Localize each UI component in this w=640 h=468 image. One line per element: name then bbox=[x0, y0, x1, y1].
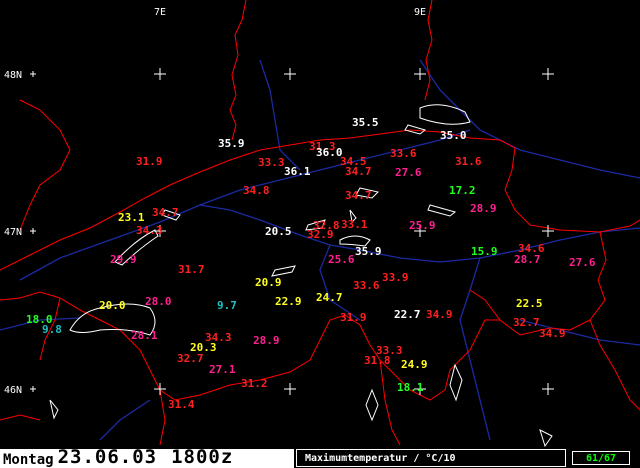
station-value: 20.5 bbox=[265, 225, 292, 238]
date: 23.06.03 bbox=[57, 446, 158, 468]
station-value: 31.6 bbox=[455, 155, 482, 168]
station-value: 34.9 bbox=[426, 308, 453, 321]
station-value: 36.1 bbox=[284, 165, 311, 178]
station-value: 22.5 bbox=[516, 297, 543, 310]
station-value: 33.3 bbox=[258, 156, 285, 169]
station-value: 34.7 bbox=[345, 165, 372, 178]
station-value: 29.9 bbox=[110, 253, 137, 266]
station-value: 9.7 bbox=[217, 299, 237, 312]
station-value: 25.9 bbox=[409, 219, 436, 232]
station-value: 25.6 bbox=[328, 253, 355, 266]
time: 1800z bbox=[171, 446, 234, 468]
station-value: 20.0 bbox=[99, 299, 126, 312]
station-value: 31.7 bbox=[178, 263, 205, 276]
station-value: 35.5 bbox=[352, 116, 379, 129]
station-value: 34.3 bbox=[136, 224, 163, 237]
lat-label-47n: 47N bbox=[4, 227, 22, 238]
station-value: 9.8 bbox=[42, 323, 62, 336]
parameter-label: Maximumtemperatur / °C/10 bbox=[296, 449, 566, 467]
weekday: Montag bbox=[3, 452, 54, 468]
station-value: 28.1 bbox=[131, 329, 158, 342]
station-value: 31.4 bbox=[168, 398, 195, 411]
station-value: 34.7 bbox=[345, 189, 372, 202]
station-value: 18.1 bbox=[397, 381, 424, 394]
station-value: 15.9 bbox=[471, 245, 498, 258]
lat-label-48n: 48N bbox=[4, 70, 22, 81]
station-value: 34.9 bbox=[539, 327, 566, 340]
station-value: 32.7 bbox=[177, 352, 204, 365]
station-value: 28.9 bbox=[253, 334, 280, 347]
lat-label-46n: 46N bbox=[4, 385, 22, 396]
station-value: 27.6 bbox=[569, 256, 596, 269]
station-value: 35.9 bbox=[355, 245, 382, 258]
station-value: 33.9 bbox=[382, 271, 409, 284]
station-value: 34.8 bbox=[243, 184, 270, 197]
station-value: 35.0 bbox=[440, 129, 467, 142]
lon-label-9e: 9E bbox=[414, 7, 426, 18]
station-value: 33.1 bbox=[341, 218, 368, 231]
map-canvas: 7E 9E 48N 47N 46N 35.535.035.9 31.336.0 33… bbox=[0, 0, 640, 448]
station-value: 32.9 bbox=[307, 228, 334, 241]
station-value: 35.9 bbox=[218, 137, 245, 150]
station-value: 31.2 bbox=[241, 377, 268, 390]
station-value: 28.9 bbox=[470, 202, 497, 215]
station-value: 20.9 bbox=[255, 276, 282, 289]
station-value: 22.9 bbox=[275, 295, 302, 308]
station-value: 31.9 bbox=[340, 311, 367, 324]
station-value: 24.7 bbox=[316, 291, 343, 304]
station-value: 32.7 bbox=[513, 316, 540, 329]
page-indicator: 61/67 bbox=[572, 451, 630, 465]
weather-map: 7E 9E 48N 47N 46N 35.5 35.0 35.9 31.3 36.0 33… bbox=[0, 0, 640, 468]
station-labels: 35.535.035.9 31.336.0 33.631.9 33.3 34.5 31.6… bbox=[26, 116, 596, 411]
station-value: 28.7 bbox=[514, 253, 541, 266]
station-value: 27.1 bbox=[209, 363, 236, 376]
station-value: 24.9 bbox=[401, 358, 428, 371]
station-value: 17.2 bbox=[449, 184, 476, 197]
station-value: 22.7 bbox=[394, 308, 421, 321]
station-value: 27.6 bbox=[395, 166, 422, 179]
station-value: 31.9 bbox=[136, 155, 163, 168]
station-value: 33.6 bbox=[353, 279, 380, 292]
station-value: 34.7 bbox=[152, 206, 179, 219]
footer-bar: Montag 23.06.03 1800z Maximumtemperatur … bbox=[0, 446, 640, 468]
station-value: 31.8 bbox=[364, 354, 391, 367]
station-value: 28.0 bbox=[145, 295, 172, 308]
lon-label-7e: 7E bbox=[154, 7, 166, 18]
date-time-box: Montag 23.06.03 1800z bbox=[0, 446, 294, 468]
station-value: 33.6 bbox=[390, 147, 417, 160]
station-value: 36.0 bbox=[316, 146, 343, 159]
station-value: 23.1 bbox=[118, 211, 145, 224]
